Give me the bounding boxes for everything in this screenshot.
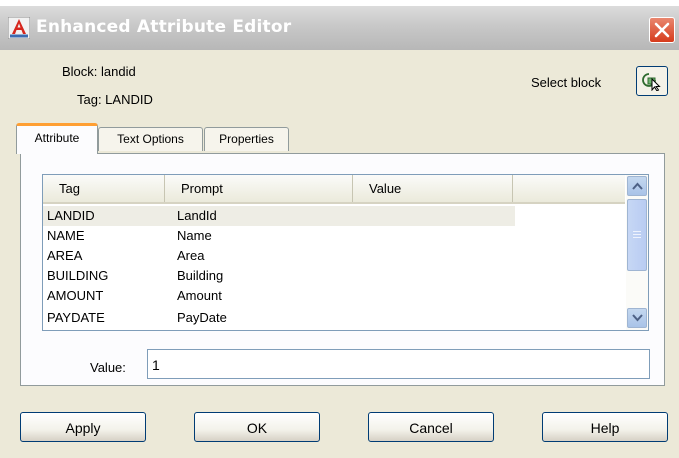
thumb-grip-line xyxy=(633,231,641,232)
ok-button[interactable]: OK xyxy=(194,412,320,442)
window-title: Enhanced Attribute Editor xyxy=(36,17,292,37)
close-button[interactable] xyxy=(649,17,675,43)
chevron-down-icon xyxy=(632,314,643,322)
column-header-value-label: Value xyxy=(369,181,402,196)
block-name-label: Block: landid xyxy=(62,64,136,79)
list-body: LANDID LandId NAME Name AREA Area BUILDI… xyxy=(43,204,625,330)
table-row[interactable]: LANDID LandId xyxy=(43,206,625,226)
tab-text-options-label: Text Options xyxy=(117,132,184,146)
table-row[interactable]: AREA Area xyxy=(43,246,625,266)
table-row[interactable]: PAYDATE PayDate xyxy=(43,308,625,328)
enhanced-attribute-editor-dialog: Enhanced Attribute Editor Block: landid … xyxy=(0,0,679,458)
attribute-tab-panel: Tag Prompt Value LANDID LandId NAME Name… xyxy=(20,153,665,386)
value-field-label: Value: xyxy=(90,360,126,375)
table-row[interactable]: NAME Name xyxy=(43,226,625,246)
thumb-grip-line xyxy=(633,237,641,238)
tab-properties-label: Properties xyxy=(219,132,274,146)
row-prompt: Name xyxy=(177,228,212,243)
value-input[interactable] xyxy=(147,349,650,379)
tab-attribute-label: Attribute xyxy=(34,131,80,145)
tag-name-label: Tag: LANDID xyxy=(77,92,153,107)
apply-button[interactable]: Apply xyxy=(20,412,146,442)
scroll-down-button[interactable] xyxy=(627,308,647,328)
title-bar[interactable]: Enhanced Attribute Editor xyxy=(0,6,679,50)
tab-properties[interactable]: Properties xyxy=(204,127,289,151)
column-header-value[interactable]: Value xyxy=(353,175,513,202)
row-prompt: LandId xyxy=(177,208,217,223)
attributes-list[interactable]: Tag Prompt Value LANDID LandId NAME Name… xyxy=(42,174,649,331)
autocad-a-icon xyxy=(7,16,31,40)
table-row[interactable]: BUILDING Building xyxy=(43,266,625,286)
cancel-button[interactable]: Cancel xyxy=(368,412,494,442)
column-header-prompt-label: Prompt xyxy=(181,181,223,196)
row-tag: AMOUNT xyxy=(47,288,104,303)
scroll-up-button[interactable] xyxy=(627,176,647,196)
vertical-scrollbar[interactable] xyxy=(625,175,648,330)
select-block-button[interactable] xyxy=(636,66,668,96)
thumb-grip-line xyxy=(633,234,641,235)
column-header-tag-label: Tag xyxy=(59,181,80,196)
list-header: Tag Prompt Value xyxy=(43,175,625,204)
row-prompt: Building xyxy=(177,268,224,283)
row-tag: LANDID xyxy=(47,208,95,223)
row-tag: AREA xyxy=(47,248,83,263)
tab-attribute[interactable]: Attribute xyxy=(16,123,98,154)
row-tag: NAME xyxy=(47,228,85,243)
column-header-prompt[interactable]: Prompt xyxy=(165,175,353,202)
help-button[interactable]: Help xyxy=(542,412,668,442)
close-icon xyxy=(654,22,670,38)
scrollbar-thumb[interactable] xyxy=(627,199,647,271)
row-prompt: PayDate xyxy=(177,310,227,325)
row-selection-highlight xyxy=(43,206,515,226)
row-prompt: Area xyxy=(177,248,205,263)
row-tag: BUILDING xyxy=(47,268,109,283)
chevron-up-icon xyxy=(632,182,643,190)
column-header-tag[interactable]: Tag xyxy=(43,175,165,202)
tab-text-options[interactable]: Text Options xyxy=(98,127,203,151)
row-prompt: Amount xyxy=(177,288,222,303)
row-tag: PAYDATE xyxy=(47,310,105,325)
select-block-label: Select block xyxy=(531,75,602,90)
select-block-icon xyxy=(642,73,661,91)
table-row[interactable]: AMOUNT Amount xyxy=(43,286,625,306)
